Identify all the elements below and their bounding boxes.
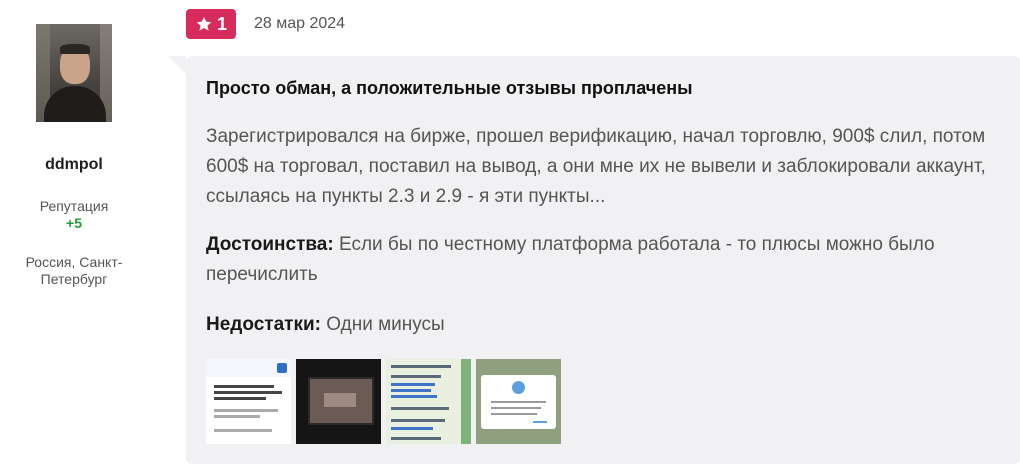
attachment-thumbnail[interactable] bbox=[476, 359, 561, 444]
thumbnail-line bbox=[491, 401, 546, 403]
thumbnail-stripe bbox=[461, 359, 471, 444]
thumbnail-line bbox=[391, 419, 445, 422]
author-username[interactable]: ddmpol bbox=[0, 156, 148, 174]
rating-badge: 1 bbox=[186, 9, 236, 39]
thumbnail-line bbox=[214, 391, 282, 394]
avatar-hair bbox=[60, 44, 90, 54]
cons-section: Недостатки: Одни минусы bbox=[206, 310, 1006, 340]
avatar-body bbox=[44, 86, 106, 122]
thumbnail-line bbox=[391, 375, 441, 378]
review-text[interactable]: Зарегистрировался на бирже, прошел вериф… bbox=[206, 122, 1006, 212]
attachment-gallery bbox=[206, 359, 561, 444]
thumbnail-line bbox=[491, 407, 541, 409]
cons-label: Недостатки: bbox=[206, 314, 321, 335]
thumbnail-line bbox=[214, 385, 274, 388]
cons-text: Одни минусы bbox=[320, 314, 445, 335]
thumbnail-line bbox=[214, 409, 278, 412]
thumbnail-line bbox=[214, 415, 260, 418]
author-location: Россия, Санкт-Петербург bbox=[25, 254, 123, 287]
attachment-thumbnail[interactable] bbox=[206, 359, 291, 444]
review-date: 28 мар 2024 bbox=[254, 15, 346, 32]
rating-value: 1 bbox=[216, 13, 227, 34]
author-panel: ddmpol Репутация +5 Россия, Санкт-Петерб… bbox=[0, 0, 148, 466]
attachment-thumbnail[interactable] bbox=[296, 359, 381, 444]
thumbnail-line bbox=[391, 407, 449, 410]
thumbnail-line bbox=[491, 413, 537, 415]
reputation-value: +5 bbox=[66, 215, 82, 231]
thumbnail-logo bbox=[277, 363, 287, 373]
thumbnail-line bbox=[391, 365, 451, 368]
review-title[interactable]: Просто обман, а положительные отзывы про… bbox=[206, 78, 1006, 99]
pros-label: Достоинства: bbox=[206, 234, 334, 255]
thumbnail-dialog-button bbox=[533, 421, 547, 423]
thumbnail-line bbox=[214, 397, 266, 400]
attachment-thumbnail[interactable] bbox=[386, 359, 471, 444]
reputation-label: Репутация bbox=[39, 198, 109, 214]
thumbnail-dialog-icon bbox=[512, 381, 525, 394]
thumbnail-line bbox=[214, 429, 272, 432]
review-card: Просто обман, а положительные отзывы про… bbox=[168, 56, 1020, 464]
thumbnail-screen bbox=[308, 377, 374, 425]
thumbnail-link bbox=[391, 395, 437, 398]
thumbnail-link bbox=[391, 389, 431, 392]
thumbnail-line bbox=[391, 437, 441, 440]
thumbnail-link bbox=[391, 427, 433, 430]
thumbnail-dialog bbox=[481, 375, 556, 429]
star-icon bbox=[196, 16, 212, 31]
pros-section: Достоинства: Если бы по честному платфор… bbox=[206, 230, 1006, 290]
avatar[interactable] bbox=[36, 24, 112, 122]
thumbnail-link bbox=[391, 383, 435, 386]
